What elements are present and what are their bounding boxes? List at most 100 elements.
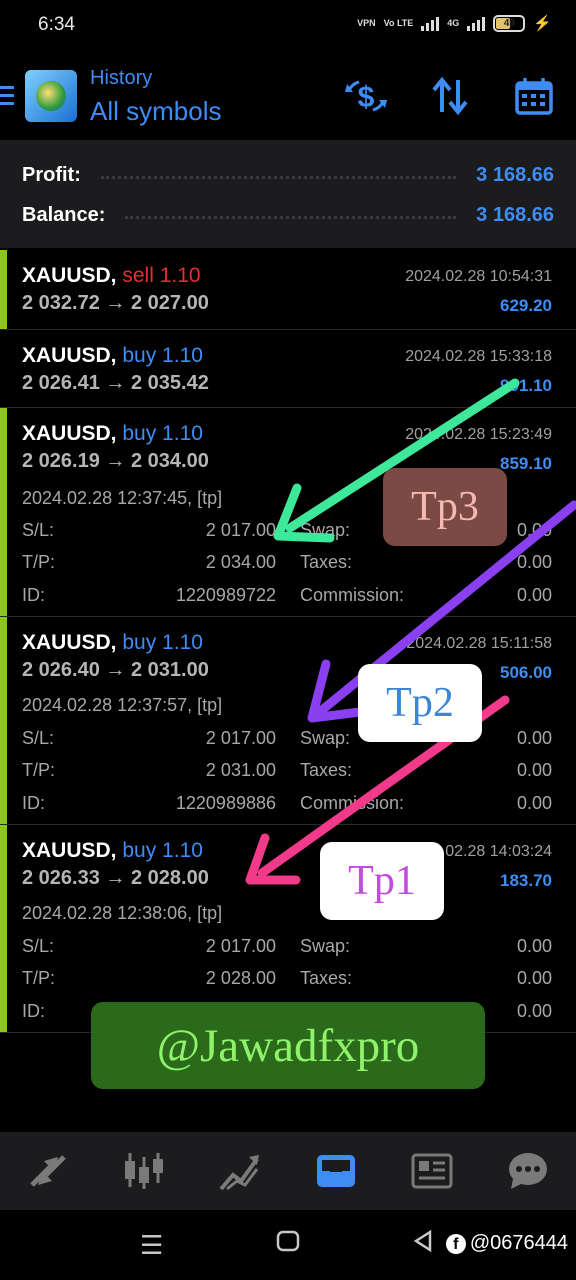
tp-value: 2 034.00	[205, 552, 276, 572]
trade-row[interactable]: XAUUSD, buy 1.10 2 026.41 → 2 035.42 202…	[0, 330, 576, 408]
app-header: History All symbols $	[0, 50, 576, 140]
swap-label: Swap:	[300, 520, 351, 540]
commission-value: 0.00	[516, 1001, 552, 1021]
trade-side: buy 1.10	[122, 344, 203, 367]
header-title[interactable]: All symbols	[90, 96, 221, 127]
tp2-callout: Tp2	[358, 664, 482, 742]
home-button[interactable]	[276, 1228, 300, 1261]
status-bar: 6:34 VPN Vo LTE 4G 49 ⚡	[0, 0, 576, 50]
tp3-callout: Tp3	[383, 468, 507, 546]
sl-label: S/L:	[22, 936, 55, 956]
quotes-icon[interactable]	[96, 1132, 192, 1210]
trade-profit: 506.00	[500, 663, 552, 682]
system-nav: ☰ f @0676444	[0, 1210, 576, 1280]
trade-profit: 991.10	[500, 376, 552, 395]
id-label: ID:	[22, 1001, 46, 1021]
calendar-icon[interactable]	[512, 74, 556, 118]
tp1-callout: Tp1	[320, 842, 444, 920]
id-value: 1220989886	[175, 793, 276, 813]
tp-label: T/P:	[22, 552, 56, 572]
bottom-nav	[0, 1132, 576, 1210]
tp-label: T/P:	[22, 968, 56, 988]
trade-prices: 2 026.19 → 2 034.00	[22, 450, 209, 472]
profit-row: Profit: 3 168.66	[22, 160, 554, 190]
trade-icon[interactable]	[0, 1132, 96, 1210]
battery-icon: 49	[493, 14, 526, 32]
taxes-value: 0.00	[516, 552, 552, 572]
watermark-label: @Jawadfxpro	[91, 1002, 485, 1089]
close-time: 2024.02.28 12:37:57, [tp]	[22, 695, 223, 715]
account-summary: Profit: 3 168.66 Balance: 3 168.66	[0, 140, 576, 248]
close-time: 2024.02.28 12:38:06, [tp]	[22, 903, 223, 923]
taxes-label: Taxes:	[300, 968, 353, 988]
trade-side: buy 1.10	[122, 631, 203, 654]
recents-button[interactable]: ☰	[140, 1230, 163, 1261]
id-label: ID:	[22, 793, 46, 813]
sort-icon[interactable]	[428, 74, 472, 118]
balance-value: 3 168.66	[476, 203, 554, 226]
dotted-leader	[100, 175, 457, 179]
taxes-value: 0.00	[516, 760, 552, 780]
trade-side: buy 1.10	[122, 839, 203, 862]
swap-label: Swap:	[300, 936, 351, 956]
sl-value: 2 017.00	[205, 520, 276, 540]
svg-text:$: $	[358, 81, 375, 114]
trade-symbol: XAUUSD, buy 1.10	[22, 344, 203, 367]
charging-icon: ⚡	[533, 15, 552, 32]
sl-value: 2 017.00	[205, 936, 276, 956]
trade-indicator	[0, 825, 7, 1032]
trade-symbol: XAUUSD, sell 1.10	[22, 264, 201, 287]
sl-label: S/L:	[22, 728, 55, 748]
menu-icon[interactable]	[0, 86, 14, 110]
close-time: 2024.02.28 12:37:45, [tp]	[22, 488, 223, 508]
trade-profit: 183.70	[500, 871, 552, 890]
facebook-icon: f	[445, 1233, 466, 1254]
trade-row-expanded[interactable]: XAUUSD, buy 1.10 2 026.40 → 2 031.00 202…	[0, 617, 576, 825]
trade-date: 2024.02.28 15:33:18	[405, 348, 552, 365]
trade-symbol: XAUUSD, buy 1.10	[22, 422, 203, 445]
swap-label: Swap:	[300, 728, 351, 748]
commission-value: 0.00	[516, 793, 552, 813]
volte-icon: Vo LTE	[383, 17, 414, 28]
vpn-icon: VPN	[357, 17, 376, 28]
trade-side: buy 1.10	[122, 422, 203, 445]
trade-indicator	[0, 617, 7, 824]
back-button[interactable]	[412, 1228, 432, 1261]
trade-symbol: XAUUSD, buy 1.10	[22, 631, 203, 654]
trade-symbol: XAUUSD, buy 1.10	[22, 839, 203, 862]
news-icon[interactable]	[384, 1132, 480, 1210]
swap-value: 0.00	[516, 936, 552, 956]
sl-label: S/L:	[22, 520, 55, 540]
sl-value: 2 017.00	[205, 728, 276, 748]
header-subtitle: History	[90, 67, 153, 89]
id-value: 1220989722	[175, 585, 276, 605]
trade-prices: 2 026.33 → 2 028.00	[22, 867, 209, 889]
metatrader-logo	[25, 70, 77, 122]
trade-date: 2024.02.28 15:23:49	[405, 426, 552, 443]
chat-icon[interactable]	[480, 1132, 576, 1210]
commission-value: 0.00	[516, 585, 552, 605]
facebook-handle: f @0676444	[445, 1232, 568, 1255]
taxes-label: Taxes:	[300, 552, 353, 572]
chart-icon[interactable]	[192, 1132, 288, 1210]
balance-row: Balance: 3 168.66	[22, 200, 554, 230]
signal-icon-2	[467, 15, 486, 31]
profit-label: Profit:	[22, 163, 81, 186]
taxes-value: 0.00	[516, 968, 552, 988]
trade-profit: 629.20	[500, 296, 552, 315]
swap-value: 0.00	[516, 520, 552, 540]
trade-date: 2024.02.28 10:54:31	[405, 268, 552, 285]
clock: 6:34	[38, 14, 75, 35]
history-icon[interactable]	[288, 1132, 384, 1210]
id-label: ID:	[22, 585, 46, 605]
signal-icon	[421, 15, 440, 31]
trade-indicator	[0, 408, 7, 616]
tp-label: T/P:	[22, 760, 56, 780]
trade-row[interactable]: XAUUSD, sell 1.10 2 032.72 → 2 027.00 20…	[0, 250, 576, 330]
facebook-handle-text: @0676444	[469, 1232, 568, 1254]
swap-value: 0.00	[516, 728, 552, 748]
taxes-label: Taxes:	[300, 760, 353, 780]
trade-side: sell 1.10	[122, 264, 201, 287]
trade-date: 2024.02.28 15:11:58	[406, 635, 552, 652]
deposit-withdraw-icon[interactable]: $	[344, 74, 388, 118]
